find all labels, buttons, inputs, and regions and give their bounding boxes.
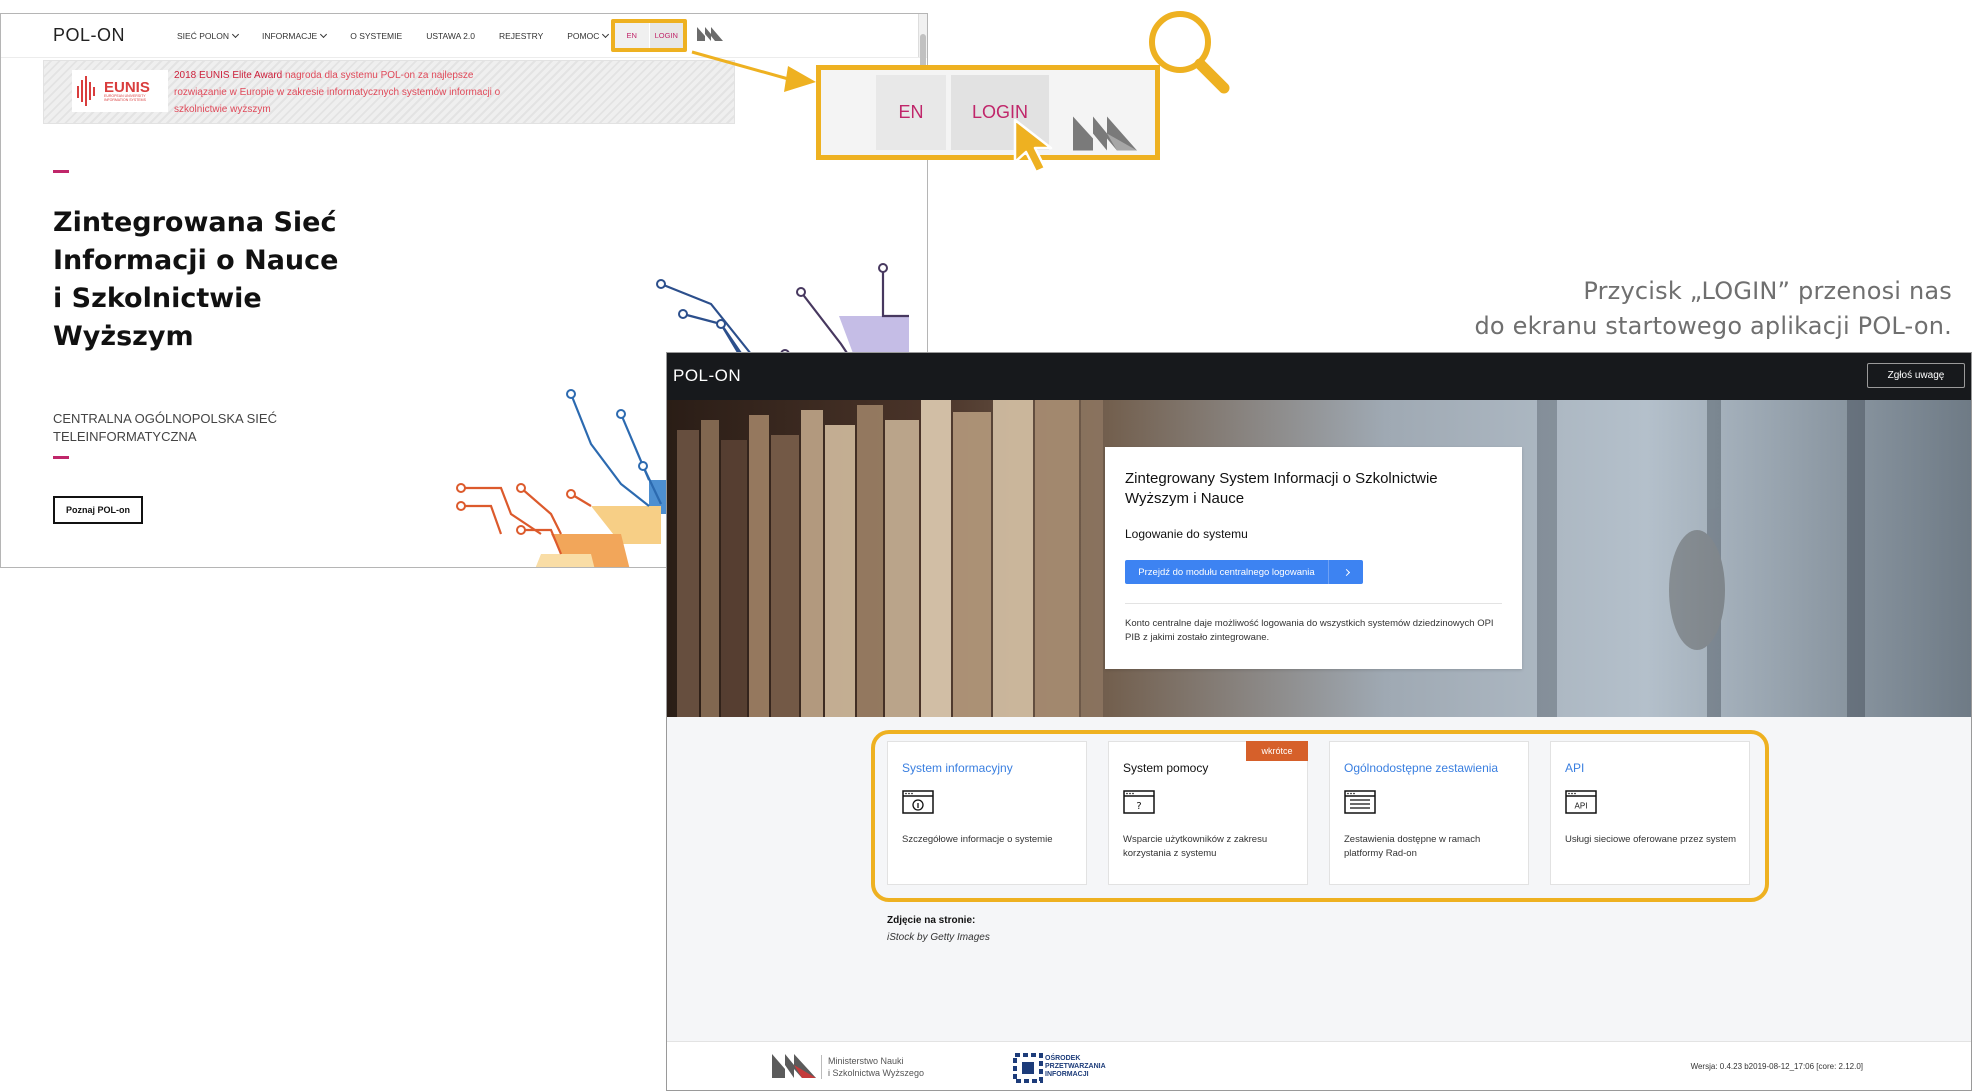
tile-title: API xyxy=(1565,761,1585,775)
app-header: POL-ON Zgłoś uwagę xyxy=(667,353,1971,400)
photo-credit-label: Zdjęcie na stronie: xyxy=(887,915,976,926)
caption-line-2: do ekranu startowego aplikacji POL-on. xyxy=(1474,312,1952,340)
caption-line-1: Przycisk „LOGIN” przenosi nas xyxy=(1583,277,1952,305)
opi-line-1: OŚRODEK xyxy=(1045,1055,1081,1062)
list-window-icon xyxy=(1344,790,1376,814)
tile-description: Szczegółowe informacje o systemie xyxy=(902,834,1053,845)
card-title: Zintegrowany System Informacji o Szkolni… xyxy=(1125,470,1438,507)
card-note: Konto centralne daje możliwość logowania… xyxy=(1125,618,1494,643)
api-icon-label: API xyxy=(1575,802,1588,811)
tile-title: Ogólnodostępne zestawienia xyxy=(1344,761,1499,775)
tile-api[interactable]: API API Usługi sieciowe oferowane przez … xyxy=(1550,741,1750,885)
photo-credit: iStock by Getty Images xyxy=(887,932,990,943)
ministry-logo-icon xyxy=(772,1054,816,1078)
library-hero-photo: Zintegrowany System Informacji o Szkolni… xyxy=(667,400,1971,717)
login-card: Zintegrowany System Informacji o Szkolni… xyxy=(1105,447,1522,669)
svg-text:?: ? xyxy=(1136,801,1141,812)
api-window-icon: API xyxy=(1565,790,1597,814)
tile-title: System informacyjny xyxy=(902,761,1013,775)
opi-name: OŚRODEK PRZETWARZANIA INFORMACJI xyxy=(1045,1055,1106,1079)
ministry-logo-icon xyxy=(1073,116,1137,151)
opi-line-2: PRZETWARZANIA xyxy=(1045,1063,1106,1070)
card-divider xyxy=(1125,603,1502,604)
chevron-right-icon xyxy=(1329,560,1363,584)
info-window-icon xyxy=(902,790,934,814)
zoom-lang-en: EN xyxy=(876,75,946,150)
version-info: Wersja: 0.4.23 b2019-08-12_17:06 [core: … xyxy=(1690,1062,1863,1071)
tile-description: Wsparcie użytkowników z zakresu korzysta… xyxy=(1123,834,1268,859)
polon-login-app-window: POL-ON Zgłoś uwagę Zintegrowany System I… xyxy=(666,352,1972,1091)
tile-ogolnodostepne-zestawienia[interactable]: Ogólnodostępne zestawienia Zestawienia d… xyxy=(1329,741,1529,885)
tile-description: Zestawienia dostępne w ramach platformy … xyxy=(1344,834,1481,859)
mouse-pointer-icon xyxy=(1013,118,1053,174)
card-subtitle: Logowanie do systemu xyxy=(1125,527,1248,541)
tile-system-informacyjny[interactable]: System informacyjny Szczegółowe informac… xyxy=(887,741,1087,885)
app-footer: Ministerstwo Nauki i Szkolnictwa Wyższeg… xyxy=(667,1041,1971,1090)
caption-text: Przycisk „LOGIN” przenosi nas do ekranu … xyxy=(1474,274,1952,344)
help-window-icon: ? xyxy=(1123,790,1155,814)
opi-logo-icon xyxy=(1013,1053,1043,1083)
central-login-button-label: Przejdź do modułu centralnego logowania xyxy=(1125,560,1329,584)
ministry-line-2: i Szkolnictwa Wyższego xyxy=(828,1068,924,1078)
tile-description: Usługi sieciowe oferowane przez system xyxy=(1565,834,1737,845)
ministry-line-1: Ministerstwo Nauki xyxy=(828,1056,904,1066)
zoom-callout: EN LOGIN xyxy=(816,65,1160,174)
magnifier-icon xyxy=(1149,11,1230,94)
app-polon-logo[interactable]: POL-ON xyxy=(673,366,741,386)
tile-system-pomocy[interactable]: wkrótce System pomocy ? Wsparcie użytkow… xyxy=(1108,741,1308,885)
opi-line-3: INFORMACJI xyxy=(1045,1071,1089,1078)
tile-title: System pomocy xyxy=(1123,761,1209,775)
ministry-name: Ministerstwo Nauki i Szkolnictwa Wyższeg… xyxy=(821,1055,924,1079)
report-feedback-button[interactable]: Zgłoś uwagę xyxy=(1867,363,1965,388)
central-login-button[interactable]: Przejdź do modułu centralnego logowania xyxy=(1125,560,1363,584)
coming-soon-badge: wkrótce xyxy=(1246,741,1308,761)
